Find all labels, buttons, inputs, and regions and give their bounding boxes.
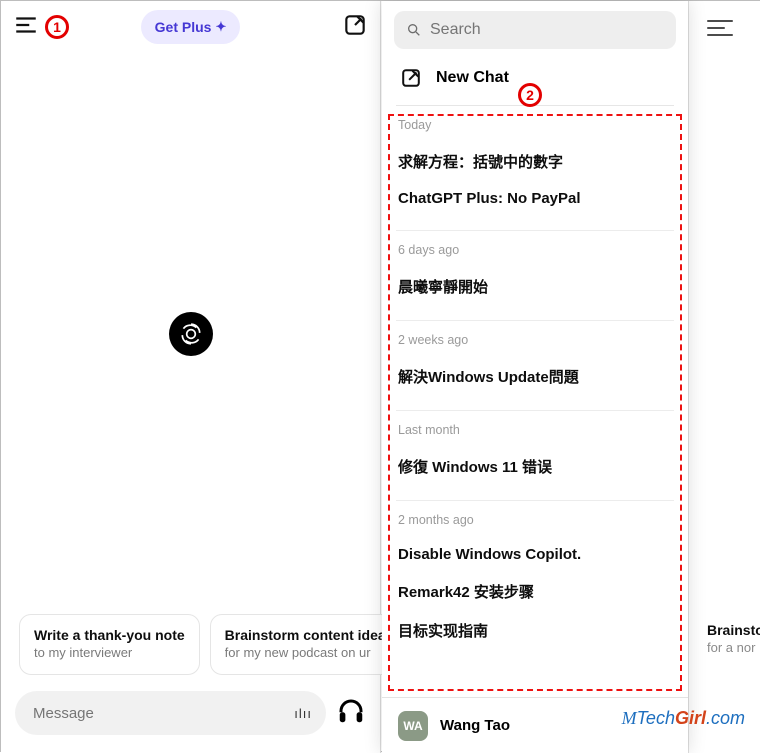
history-group-label: 6 days ago	[398, 243, 672, 257]
conversation-item[interactable]: 修復 Windows 11 错误	[398, 447, 672, 486]
suggestion-card: Brainsto for a nor	[699, 612, 760, 667]
conversation-item[interactable]: 求解方程：括號中的數字	[398, 142, 672, 181]
background-duplicate-panel: Brainsto for a nor	[688, 1, 760, 753]
suggestion-subtitle: for my new podcast on ur	[225, 645, 394, 660]
search-input[interactable]	[430, 21, 664, 39]
compose-icon	[400, 67, 422, 89]
suggestion-subtitle: for a nor	[707, 640, 760, 655]
history-group-label: Last month	[398, 423, 672, 437]
history-group: Last month 修復 Windows 11 错误	[396, 411, 674, 501]
suggestion-card[interactable]: Brainstorm content ideas for my new podc…	[210, 614, 409, 675]
conversation-item[interactable]: Disable Windows Copilot.	[398, 537, 672, 572]
suggestion-title: Brainsto	[707, 622, 760, 638]
history-group-label: 2 months ago	[398, 513, 672, 527]
sidebar: New Chat Today 求解方程：括號中的數字 ChatGPT Plus:…	[382, 1, 688, 753]
chat-panel: Get Plus ✦ Write a thank-you note to my …	[1, 1, 381, 753]
conversation-item[interactable]: 解決Windows Update問題	[398, 357, 672, 396]
get-plus-label: Get Plus	[155, 19, 212, 35]
suggestions-row: Write a thank-you note to my interviewer…	[1, 614, 380, 691]
conversation-item[interactable]: ChatGPT Plus: No PayPal	[398, 181, 672, 216]
history-group-label: 2 weeks ago	[398, 333, 672, 347]
avatar: WA	[398, 711, 428, 741]
annotation-badge-2: 2	[518, 83, 542, 107]
openai-logo	[169, 312, 213, 356]
watermark: MTechGirl.com	[622, 708, 745, 729]
suggestion-card[interactable]: Write a thank-you note to my interviewer	[19, 614, 200, 675]
menu-icon[interactable]	[707, 15, 733, 35]
sparkle-icon: ✦	[215, 19, 226, 35]
chat-history: Today 求解方程：括號中的數字 ChatGPT Plus: No PayPa…	[382, 106, 688, 697]
conversation-item[interactable]: 晨曦寧靜開始	[398, 267, 672, 306]
compose-icon[interactable]	[342, 12, 368, 43]
composer-row: ılıı	[1, 691, 380, 753]
annotation-badge-1: 1	[45, 15, 69, 39]
history-group-label: Today	[398, 118, 672, 132]
search-input-container[interactable]	[394, 11, 676, 49]
search-icon	[406, 22, 422, 38]
suggestion-title: Write a thank-you note	[34, 627, 185, 643]
history-group: 6 days ago 晨曦寧靜開始	[396, 231, 674, 321]
suggestion-subtitle: to my interviewer	[34, 645, 185, 660]
suggestion-title: Brainstorm content ideas	[225, 627, 394, 643]
history-group: 2 weeks ago 解決Windows Update問題	[396, 321, 674, 411]
message-input-container[interactable]: ılıı	[15, 691, 326, 735]
new-chat-label: New Chat	[436, 69, 509, 87]
get-plus-button[interactable]: Get Plus ✦	[141, 10, 241, 44]
voice-wave-icon[interactable]: ılıı	[294, 706, 312, 721]
conversation-item[interactable]: 目标实现指南	[398, 611, 672, 650]
history-group: 2 months ago Disable Windows Copilot. Re…	[396, 501, 674, 664]
conversation-item[interactable]: Remark42 安装步骤	[398, 572, 672, 611]
headphones-icon[interactable]	[336, 696, 366, 731]
empty-state	[1, 53, 380, 614]
history-group: Today 求解方程：括號中的數字 ChatGPT Plus: No PayPa…	[396, 106, 674, 231]
menu-icon[interactable]	[13, 12, 39, 43]
user-name: Wang Tao	[440, 717, 510, 734]
message-input[interactable]	[33, 705, 294, 722]
